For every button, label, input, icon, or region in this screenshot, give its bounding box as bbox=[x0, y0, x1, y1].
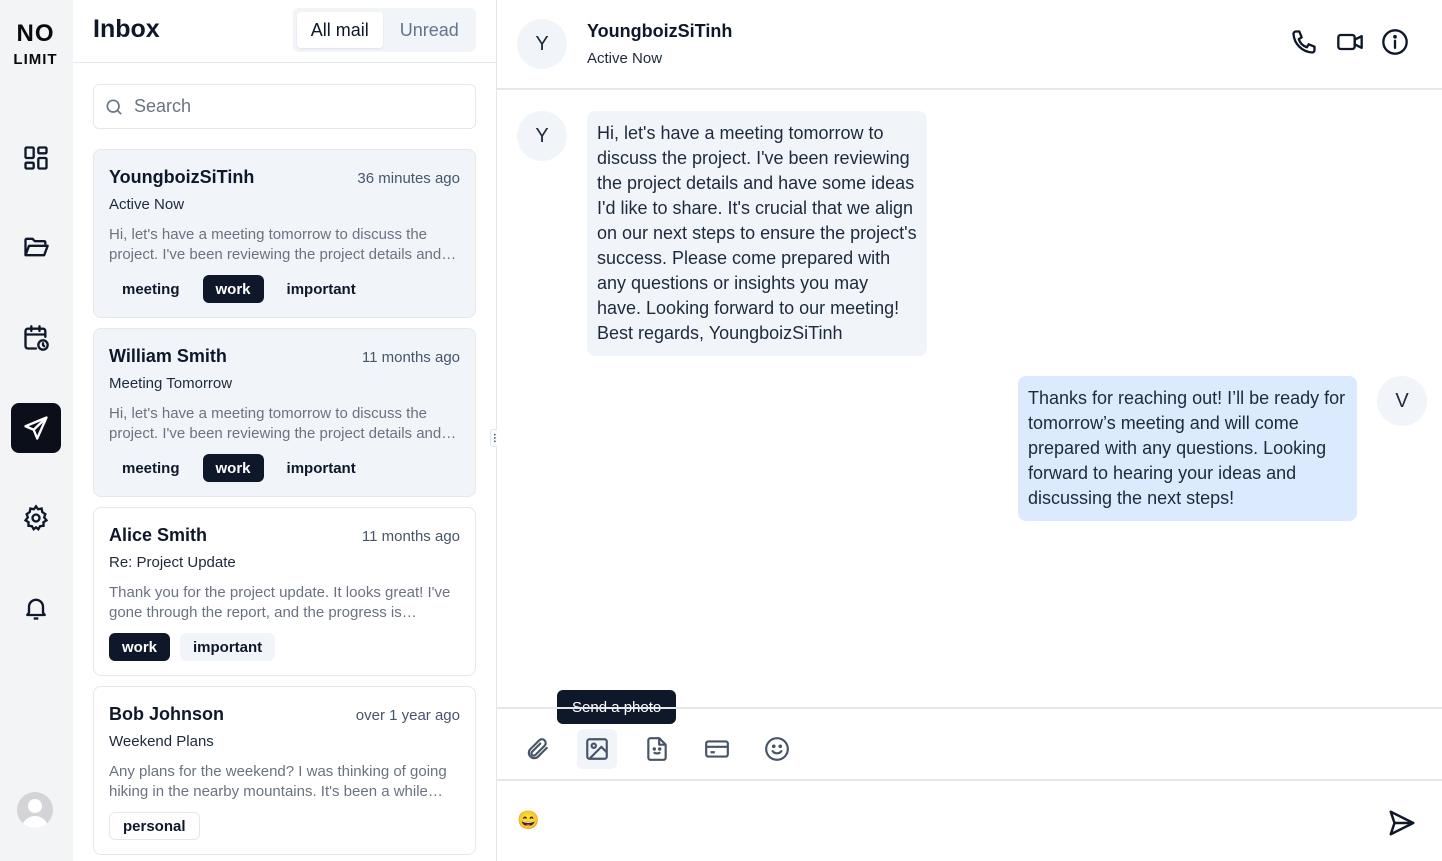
mail-sender: Bob Johnson bbox=[109, 704, 224, 724]
search-box[interactable] bbox=[93, 84, 476, 129]
send-message-button[interactable] bbox=[1387, 808, 1417, 838]
video-call-button[interactable] bbox=[1336, 28, 1364, 56]
info-button[interactable] bbox=[1381, 28, 1409, 56]
send-file-button[interactable] bbox=[637, 729, 677, 769]
mail-item[interactable]: Bob Johnson over 1 year ago Weekend Plan… bbox=[93, 686, 476, 855]
mail-item[interactable]: William Smith 11 months ago Meeting Tomo… bbox=[93, 328, 476, 497]
mail-subject: Weekend Plans bbox=[109, 733, 214, 750]
mail-item[interactable]: Alice Smith 11 months ago Re: Project Up… bbox=[93, 507, 476, 676]
mail-item[interactable]: YoungboizSiTinh 36 minutes ago Active No… bbox=[93, 149, 476, 318]
gear-icon bbox=[23, 504, 49, 531]
mail-sender: William Smith bbox=[109, 346, 227, 366]
divider bbox=[497, 707, 1442, 709]
brand-logo[interactable]: NO LIMIT bbox=[0, 20, 71, 68]
contact-avatar: Y bbox=[517, 19, 567, 69]
outgoing-message: Thanks for reaching out! I’ll be ready f… bbox=[1018, 376, 1357, 521]
inbox-panel: Inbox All mail Unread YoungboizSiTinh 36… bbox=[73, 0, 497, 861]
self-avatar: V bbox=[1377, 376, 1427, 426]
tag-badge: work bbox=[202, 275, 264, 303]
smile-icon bbox=[765, 737, 789, 761]
divider bbox=[497, 779, 1442, 781]
tag-badge: important bbox=[180, 633, 276, 661]
mail-sender: Alice Smith bbox=[109, 525, 208, 545]
chat-panel: Y YoungboizSiTinh Active Now Y Hi, let's… bbox=[497, 0, 1442, 861]
send-photo-button[interactable] bbox=[577, 729, 617, 769]
mail-tags: meeting work important bbox=[109, 454, 369, 482]
mail-preview: Thank you for the project update. It loo… bbox=[109, 584, 451, 621]
brand-line-2: LIMIT bbox=[13, 51, 58, 68]
dashboard-icon bbox=[24, 146, 48, 170]
tag-badge: personal bbox=[109, 812, 200, 840]
divider bbox=[73, 62, 497, 63]
mail-time: over 1 year ago bbox=[355, 707, 460, 724]
send-icon bbox=[24, 416, 48, 440]
nav-dashboard[interactable] bbox=[11, 133, 61, 183]
emoji-button[interactable] bbox=[757, 729, 797, 769]
folder-icon bbox=[24, 237, 49, 257]
send-icon bbox=[1389, 810, 1415, 836]
mail-subject: Re: Project Update bbox=[109, 554, 236, 571]
paperclip-icon bbox=[527, 738, 548, 760]
nav-settings[interactable] bbox=[11, 493, 61, 543]
mail-preview: Any plans for the weekend? I was thinkin… bbox=[109, 763, 447, 800]
mail-list: YoungboizSiTinh 36 minutes ago Active No… bbox=[93, 149, 476, 861]
tag-badge: work bbox=[109, 633, 171, 661]
sender-avatar: Y bbox=[517, 111, 567, 161]
mail-tags: work important bbox=[109, 633, 276, 661]
mail-sender: YoungboizSiTinh bbox=[109, 167, 255, 187]
search-icon bbox=[106, 99, 122, 114]
tag-badge: work bbox=[202, 454, 264, 482]
nav-send[interactable] bbox=[11, 403, 61, 453]
video-icon bbox=[1337, 33, 1363, 51]
bell-icon bbox=[26, 598, 46, 620]
call-button[interactable] bbox=[1290, 28, 1318, 56]
tab-unread[interactable]: Unread bbox=[387, 12, 473, 48]
mail-tags: personal bbox=[109, 812, 200, 840]
mail-time: 11 months ago bbox=[361, 349, 460, 366]
mail-time: 11 months ago bbox=[361, 528, 460, 545]
mail-preview: Hi, let's have a meeting tomorrow to dis… bbox=[109, 405, 442, 442]
file-icon bbox=[647, 737, 667, 761]
inbox-title: Inbox bbox=[93, 15, 160, 43]
send-card-button[interactable] bbox=[697, 729, 737, 769]
mail-subject: Active Now bbox=[109, 196, 185, 213]
contact-name: YoungboizSiTinh bbox=[587, 21, 733, 41]
nav-calendar[interactable] bbox=[11, 313, 61, 363]
user-avatar[interactable] bbox=[17, 792, 53, 828]
nav-folders[interactable] bbox=[11, 222, 61, 272]
tag-badge: meeting bbox=[122, 459, 180, 477]
image-icon bbox=[586, 738, 608, 760]
brand-line-1: NO bbox=[16, 20, 55, 47]
tag-badge: meeting bbox=[122, 280, 180, 298]
mail-subject: Meeting Tomorrow bbox=[109, 375, 233, 392]
user-avatar-icon bbox=[21, 799, 49, 828]
phone-icon bbox=[1292, 30, 1316, 54]
card-icon bbox=[705, 740, 729, 758]
mail-filter-tabs: All mail Unread bbox=[293, 8, 476, 52]
calendar-clock-icon bbox=[24, 325, 49, 351]
tab-all-mail[interactable]: All mail bbox=[297, 12, 383, 48]
nav-rail: NO LIMIT bbox=[0, 0, 73, 861]
search-input[interactable] bbox=[134, 96, 464, 117]
mail-time: 36 minutes ago bbox=[357, 170, 460, 187]
info-icon bbox=[1382, 29, 1408, 55]
contact-status: Active Now bbox=[587, 50, 663, 67]
tag-badge: important bbox=[286, 280, 356, 298]
mail-preview: Hi, let's have a meeting tomorrow to dis… bbox=[109, 226, 442, 263]
tag-badge: important bbox=[286, 459, 356, 477]
nav-notifications[interactable] bbox=[11, 583, 61, 633]
message-input[interactable] bbox=[517, 800, 1377, 840]
mail-tags: meeting work important bbox=[109, 275, 369, 303]
attach-button[interactable] bbox=[517, 729, 557, 769]
incoming-message: Hi, let's have a meeting tomorrow to dis… bbox=[587, 111, 927, 356]
chat-header: Y YoungboizSiTinh Active Now bbox=[497, 0, 1442, 90]
